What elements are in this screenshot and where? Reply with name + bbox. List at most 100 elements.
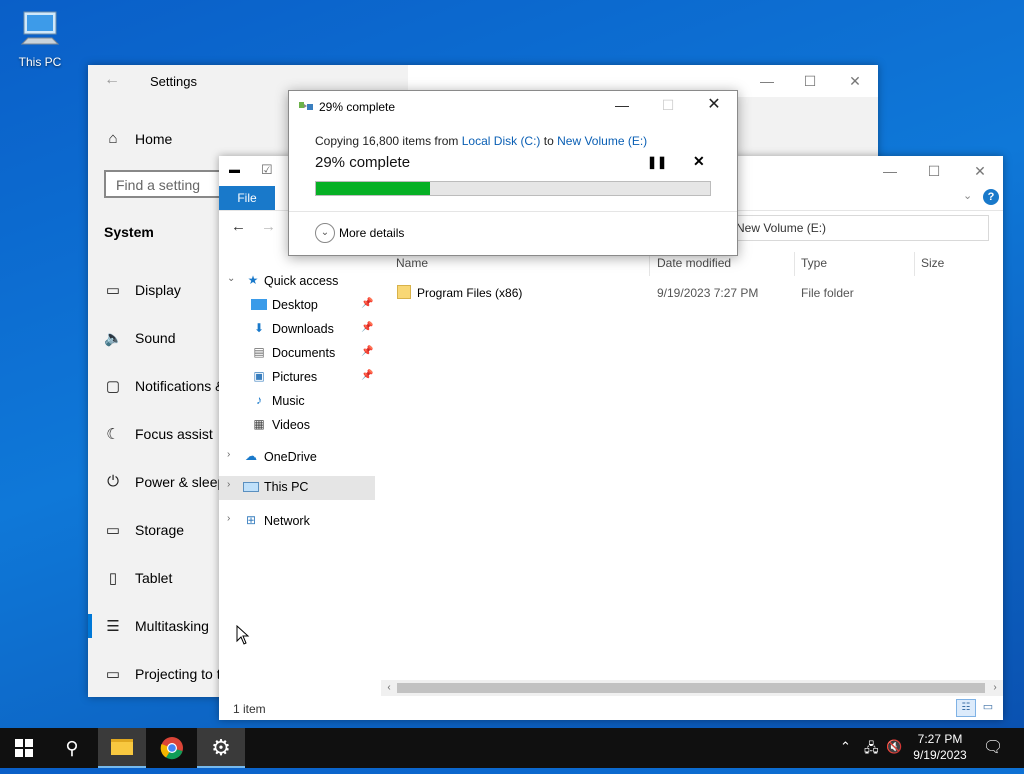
pin-icon[interactable]: 📌 xyxy=(361,298,373,309)
chrome-taskbar-button[interactable] xyxy=(148,728,196,768)
source-link[interactable]: Local Disk (C:) xyxy=(462,134,541,148)
drive-icon[interactable]: ▬ xyxy=(229,164,240,176)
address-input[interactable]: New Volume (E:) xyxy=(731,215,989,241)
start-button[interactable] xyxy=(0,728,48,768)
multitasking-icon: ☰ xyxy=(106,618,120,635)
chevron-right-icon[interactable]: › xyxy=(227,449,230,460)
properties-icon[interactable]: ☑ xyxy=(261,162,273,178)
settings-section-title: System xyxy=(104,224,154,240)
desktop-icon xyxy=(251,299,267,310)
settings-home[interactable]: ⌂ Home xyxy=(88,120,218,160)
column-size[interactable]: Size xyxy=(921,256,944,270)
tablet-icon: ▯ xyxy=(108,570,118,587)
tree-music[interactable]: ♪ Music xyxy=(219,390,379,412)
settings-taskbar-button[interactable]: ⚙ xyxy=(197,728,245,768)
copy-progress-dialog: 29% complete — ☐ ✕ Copying 16,800 items … xyxy=(288,90,738,256)
horizontal-scrollbar[interactable]: ‹ › xyxy=(381,680,1003,696)
settings-nav-projecting[interactable]: ▭ Projecting to th xyxy=(88,655,228,695)
tree-quick-access[interactable]: ⌄ ★ Quick access xyxy=(219,270,379,292)
storage-icon: ▭ xyxy=(105,522,121,539)
desktop-icon-this-pc[interactable]: This PC xyxy=(10,8,70,69)
scroll-right-icon[interactable]: › xyxy=(987,680,1003,696)
progress-bar xyxy=(315,181,711,196)
download-arrow-icon: ⬇ xyxy=(253,321,265,335)
display-icon: ▭ xyxy=(105,282,121,299)
file-explorer-taskbar-button[interactable] xyxy=(98,728,146,768)
computer-icon xyxy=(243,482,259,492)
progress-heading: 29% complete xyxy=(315,154,411,171)
column-type[interactable]: Type xyxy=(801,256,827,270)
tree-onedrive[interactable]: › ☁ OneDrive xyxy=(219,446,379,468)
back-arrow-icon[interactable]: ← xyxy=(231,218,246,235)
tree-documents[interactable]: ▤ Documents 📌 xyxy=(219,342,379,364)
settings-nav-tablet[interactable]: ▯ Tablet xyxy=(88,559,218,599)
destination-link[interactable]: New Volume (E:) xyxy=(557,134,647,148)
chevron-down-icon[interactable]: ⌄ xyxy=(227,273,235,284)
settings-nav-multitasking[interactable]: ☰ Multitasking xyxy=(88,607,218,647)
settings-nav-display[interactable]: ▭ Display xyxy=(88,271,218,311)
dialog-minimize-button[interactable]: — xyxy=(607,93,637,117)
back-arrow-icon[interactable]: ← xyxy=(104,71,120,89)
scroll-thumb[interactable] xyxy=(397,683,985,693)
folder-icon xyxy=(397,285,411,299)
large-icons-view-icon[interactable]: ▭ xyxy=(979,699,997,715)
settings-nav-storage[interactable]: ▭ Storage xyxy=(88,511,218,551)
ribbon-expand-icon[interactable]: ⌄ xyxy=(963,189,972,202)
pin-icon[interactable]: 📌 xyxy=(361,346,373,357)
mouse-cursor-icon xyxy=(236,625,250,645)
details-view-icon[interactable]: ☷ xyxy=(956,699,976,717)
settings-nav-notifications[interactable]: ▢ Notifications & xyxy=(88,367,225,407)
dialog-title: 29% complete xyxy=(319,100,396,114)
file-date: 9/19/2023 7:27 PM xyxy=(657,286,759,300)
star-icon: ★ xyxy=(247,273,259,287)
tree-desktop[interactable]: Desktop 📌 xyxy=(219,294,379,316)
minimize-button[interactable]: — xyxy=(752,69,782,93)
home-icon: ⌂ xyxy=(108,130,118,147)
pause-button[interactable]: ❚❚ xyxy=(647,155,667,169)
desktop-icon-label: This PC xyxy=(18,55,62,69)
close-button[interactable]: ✕ xyxy=(840,69,870,93)
projector-icon: ▭ xyxy=(105,666,121,683)
copy-icon xyxy=(299,102,313,110)
tree-videos[interactable]: ▦ Videos xyxy=(219,414,379,436)
search-button[interactable]: ⚲ xyxy=(48,728,96,768)
tree-downloads[interactable]: ⬇ Downloads 📌 xyxy=(219,318,379,340)
forward-arrow-icon[interactable]: → xyxy=(261,218,276,235)
dialog-close-button[interactable]: ✕ xyxy=(699,93,729,117)
settings-search-input[interactable]: Find a setting xyxy=(104,170,234,198)
explorer-maximize-button[interactable]: ☐ xyxy=(919,159,949,183)
scroll-left-icon[interactable]: ‹ xyxy=(381,680,397,696)
tree-network[interactable]: › ⊞ Network xyxy=(219,510,379,532)
notification-center-icon[interactable]: 🗨 xyxy=(983,737,1003,757)
settings-nav-focus-assist[interactable]: ☾ Focus assist xyxy=(88,415,218,455)
column-date-modified[interactable]: Date modified xyxy=(657,256,731,270)
navigation-pane: ⌄ ★ Quick access Desktop 📌 ⬇ Downloads 📌… xyxy=(219,266,379,686)
search-icon: ⚲ xyxy=(65,738,79,758)
tree-this-pc[interactable]: › This PC xyxy=(219,476,375,500)
cancel-copy-button[interactable]: ✕ xyxy=(693,153,705,170)
explorer-minimize-button[interactable]: — xyxy=(875,159,905,183)
document-icon: ▤ xyxy=(253,345,265,359)
explorer-close-button[interactable]: ✕ xyxy=(965,159,995,183)
network-status-icon[interactable]: 🖧 xyxy=(864,739,879,761)
tree-pictures[interactable]: ▣ Pictures 📌 xyxy=(219,366,379,388)
file-name: Program Files (x86) xyxy=(417,286,523,300)
column-name[interactable]: Name xyxy=(396,256,428,270)
cloud-icon: ☁ xyxy=(245,449,257,463)
settings-nav-sound[interactable]: 🔈 Sound xyxy=(88,319,218,359)
maximize-button[interactable]: ☐ xyxy=(795,69,825,93)
pin-icon[interactable]: 📌 xyxy=(361,322,373,333)
help-icon[interactable]: ? xyxy=(983,189,999,205)
power-icon: ⏻ xyxy=(107,473,119,490)
chevron-right-icon[interactable]: › xyxy=(227,479,230,490)
chevron-right-icon[interactable]: › xyxy=(227,513,230,524)
copy-description: Copying 16,800 items from Local Disk (C:… xyxy=(315,134,648,148)
chevron-up-icon[interactable]: ⌃ xyxy=(840,739,851,755)
file-tab[interactable]: File xyxy=(219,186,275,210)
file-type: File folder xyxy=(801,286,854,300)
pin-icon[interactable]: 📌 xyxy=(361,370,373,381)
volume-muted-icon[interactable]: 🔇 xyxy=(886,739,902,755)
speaker-icon: 🔈 xyxy=(104,330,123,347)
system-clock[interactable]: 7:27 PM 9/19/2023 xyxy=(906,731,974,763)
settings-nav-power[interactable]: ⏻ Power & sleep xyxy=(88,463,225,503)
